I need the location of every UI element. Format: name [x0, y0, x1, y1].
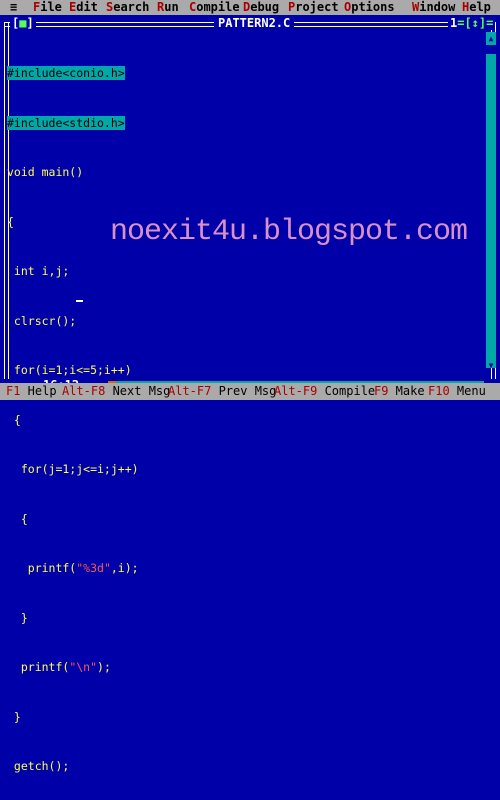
- code-line: {: [7, 511, 28, 526]
- hint-key: Alt-F7: [168, 384, 212, 398]
- menu-options[interactable]: Options: [344, 0, 395, 15]
- close-bracket-right: ]: [26, 16, 34, 30]
- menu-file-label: ile: [40, 0, 62, 14]
- menu-search[interactable]: Search: [106, 0, 149, 15]
- menu-window[interactable]: Window: [412, 0, 455, 15]
- code-token: printf(: [7, 561, 77, 575]
- code-line: for(i=1;i<=5;i++): [7, 363, 132, 377]
- code-line: }: [7, 709, 21, 724]
- window-title: PATTERN2.C: [214, 16, 295, 30]
- hint-key: F10: [428, 384, 450, 398]
- zoom-button[interactable]: =[↕]=: [457, 16, 493, 30]
- code-line: clrscr();: [7, 313, 77, 328]
- hint-help[interactable]: F1 Help: [6, 383, 57, 400]
- text-cursor: [76, 300, 83, 302]
- menu-edit[interactable]: Edit: [69, 0, 98, 15]
- include-directive: #include<stdio.h>: [7, 115, 125, 130]
- scroll-down-arrow-icon[interactable]: ▼: [486, 361, 496, 371]
- menu-help-label: elp: [469, 0, 491, 14]
- hint-label: Next Msg: [105, 384, 171, 398]
- hint-prev-msg[interactable]: Alt-F7 Prev Msg: [168, 383, 276, 400]
- string-literal: "\n": [69, 660, 98, 674]
- code-editor[interactable]: #include<conio.h> #include<stdio.h> void…: [7, 32, 482, 773]
- menu-run-label: un: [164, 0, 179, 14]
- vertical-scroll-thumb[interactable]: [486, 45, 496, 54]
- scroll-up-arrow-icon[interactable]: ▲: [486, 34, 496, 44]
- hint-key: Alt-F9: [274, 384, 318, 398]
- hint-label: Menu: [449, 384, 486, 398]
- vertical-scrollbar[interactable]: [486, 32, 496, 368]
- menu-debug[interactable]: Debug: [243, 0, 279, 15]
- menu-window-label: indow: [419, 0, 456, 14]
- menu-file[interactable]: File: [33, 0, 62, 15]
- code-token: ,i);: [110, 561, 139, 575]
- hint-label: Make: [388, 384, 425, 398]
- code-line: printf("\n");: [7, 659, 482, 676]
- include-directive: #include<conio.h>: [7, 66, 125, 80]
- code-line: #include<stdio.h>: [7, 115, 482, 132]
- code-line: int i,j;: [7, 264, 70, 278]
- code-line: }: [7, 610, 28, 625]
- menu-options-label: ptions: [351, 0, 395, 14]
- menu-edit-label: dit: [76, 0, 98, 14]
- hint-next-msg[interactable]: Alt-F8 Next Msg: [62, 383, 170, 400]
- hint-label: Compile: [317, 384, 376, 398]
- hint-label: Help: [20, 384, 57, 398]
- menu-help[interactable]: Help: [462, 0, 491, 15]
- menu-project[interactable]: Project: [288, 0, 339, 15]
- menu-debug-label: ebug: [250, 0, 280, 14]
- code-line: getch();: [7, 759, 70, 773]
- hint-key: F1: [6, 384, 21, 398]
- code-line: void main(): [7, 165, 84, 179]
- menu-search-label: earch: [113, 0, 150, 14]
- hint-make[interactable]: F9 Make: [374, 383, 425, 400]
- menu-bar: ≡ File Edit Search Run Compile Debug Pro…: [0, 0, 500, 15]
- menu-compile[interactable]: Compile: [189, 0, 240, 15]
- hint-key: F9: [374, 384, 389, 398]
- hint-menu[interactable]: F10 Menu: [428, 383, 486, 400]
- code-line: #include<conio.h>: [7, 65, 482, 82]
- string-literal: "%3d": [76, 561, 111, 575]
- code-line: {: [7, 412, 21, 427]
- editor-window: [■] PATTERN2.C 1=[↕]= #include<conio.h> …: [0, 15, 500, 773]
- menu-compile-label: ompile: [196, 0, 240, 14]
- system-menu-icon[interactable]: ≡: [10, 0, 17, 15]
- window-close-button[interactable]: [■]: [10, 16, 36, 30]
- code-token: );: [97, 660, 111, 674]
- hint-compile[interactable]: Alt-F9 Compile: [274, 383, 375, 400]
- watermark-text: noexit4u.blogspot.com: [110, 215, 468, 249]
- status-bar: F1 Help Alt-F8 Next Msg Alt-F7 Prev Msg …: [0, 383, 500, 400]
- menu-project-label: roject: [295, 0, 339, 14]
- code-token: printf(: [7, 660, 70, 674]
- code-line: printf("%3d",i);: [7, 560, 482, 577]
- menu-run[interactable]: Run: [157, 0, 179, 15]
- hint-key: Alt-F8: [62, 384, 106, 398]
- code-line: for(j=1;j<=i;j++): [7, 462, 139, 476]
- window-number-and-zoom: 1=[↕]=: [448, 16, 496, 30]
- hint-label: Prev Msg: [211, 384, 277, 398]
